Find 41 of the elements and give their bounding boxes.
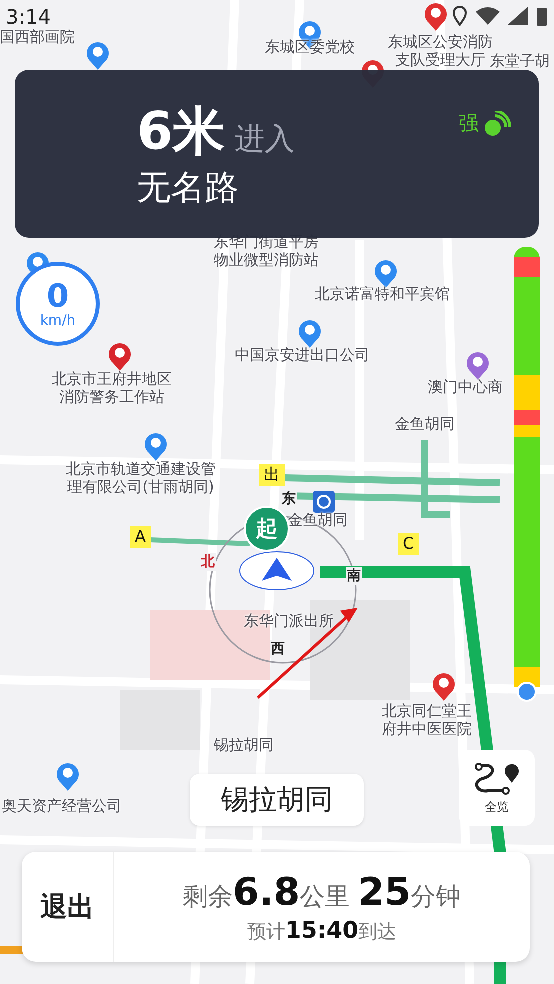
next-road-name: 无名路 — [137, 167, 240, 210]
map-label: 国西部画院 — [0, 28, 75, 46]
map-label: 北京同仁堂王 府井中医医院 — [382, 702, 472, 738]
map-label: 东堂子胡 — [490, 52, 550, 70]
gps-signal-icon — [483, 110, 511, 136]
map-label: 金鱼胡同 — [395, 415, 455, 433]
compass-label: 北 — [200, 553, 216, 571]
exit-tag: A — [130, 526, 151, 548]
map-label: 奥天资产经营公司 — [2, 797, 122, 815]
speed-unit: km/h — [40, 313, 76, 329]
overview-button[interactable]: 全览 — [459, 750, 535, 826]
cell-signal-icon — [508, 7, 528, 25]
exit-tag: C — [398, 533, 420, 555]
map-label: 北京诺富特和平宾馆 — [315, 285, 450, 303]
route-icon — [474, 760, 520, 796]
speed-value: 0 — [46, 279, 70, 313]
arrival-text: 预计15:40到达 — [247, 918, 397, 944]
exit-tag: 出 — [259, 464, 285, 486]
remaining-text: 剩余6.8公里 25分钟 — [182, 870, 462, 914]
map-label: 东华门派出所 — [244, 612, 334, 630]
map-label: 北京市轨道交通建设管 理有限公司(甘雨胡同) — [66, 460, 216, 496]
map-label: 北京市王府井地区 消防警务工作站 — [52, 370, 172, 406]
action-text: 进入 — [235, 121, 296, 159]
compass-label: 南 — [346, 567, 362, 585]
compass-label: 西 — [270, 640, 286, 658]
current-road-label: 锡拉胡同 — [190, 774, 364, 826]
compass-label: 东 — [281, 490, 297, 508]
wifi-icon — [476, 7, 500, 25]
distance-text: 6米 — [137, 102, 226, 162]
status-time: 3:14 — [6, 5, 51, 29]
map-label: 锡拉胡同 — [214, 736, 274, 754]
battery-icon — [536, 6, 548, 26]
subway-station-icon — [313, 491, 335, 513]
exit-button[interactable]: 退出 — [22, 852, 114, 962]
map-label: 东城区委党校 — [265, 38, 355, 56]
signal-strength-label: 强 — [459, 110, 479, 137]
map-label: 澳门中心商 — [428, 378, 503, 396]
map-label: 东华门街道平房 物业微型消防站 — [214, 233, 319, 269]
map-label: 金鱼胡同 — [288, 511, 348, 529]
map-label: 中国京安进出口公司 — [235, 346, 370, 364]
location-icon — [452, 6, 468, 26]
